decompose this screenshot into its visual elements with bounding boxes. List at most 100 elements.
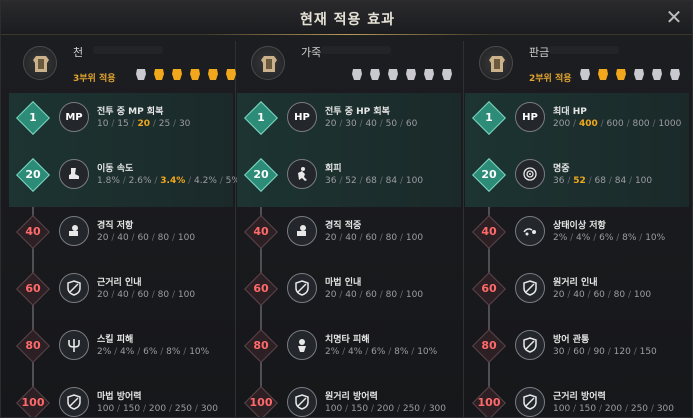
- equipment-slot-icon[interactable]: [403, 66, 419, 82]
- equipment-slot-icon[interactable]: [187, 66, 203, 82]
- equipment-slot-icon[interactable]: [367, 66, 383, 82]
- effect-value: 52: [345, 176, 357, 186]
- equipment-slot-icon[interactable]: [385, 66, 401, 82]
- equipment-slot-icon[interactable]: [667, 66, 683, 82]
- effect-value: 200: [148, 404, 167, 414]
- effect-value: 300: [656, 404, 674, 414]
- level-label: 20: [481, 168, 497, 181]
- effect-value: 800: [632, 119, 650, 129]
- effect-values: 100 / 150 / 200 / 250 / 300: [553, 404, 674, 414]
- effect-value: 600: [606, 119, 624, 129]
- set-header: 판금 2부위 적용: [465, 35, 689, 93]
- effect-value: 400: [578, 119, 598, 129]
- effect-value: 20: [97, 233, 109, 243]
- shield-icon: [515, 330, 545, 360]
- effect-value: 20: [553, 290, 565, 300]
- level-label: 1: [485, 111, 493, 124]
- effect-values: 20 / 30 / 40 / 50 / 60: [325, 119, 418, 129]
- effect-value: 84: [614, 176, 627, 186]
- effect-values: 20 / 40 / 60 / 80 / 100: [97, 290, 196, 300]
- effect-value: 30: [178, 119, 191, 129]
- effect-value: 36: [553, 176, 565, 186]
- effect-value: 3.4%: [160, 176, 186, 186]
- equipment-slots: [577, 66, 683, 84]
- effect-value: 84: [385, 176, 398, 186]
- level-label: 100: [21, 396, 45, 409]
- effect-value: 60: [365, 290, 377, 300]
- equipment-slot-icon[interactable]: [631, 66, 647, 82]
- set-name-placeholder: [321, 46, 391, 54]
- equipment-slot-icon[interactable]: [421, 66, 437, 82]
- effect-values: 30 / 60 / 90 / 120 / 150: [553, 347, 657, 357]
- equipment-slot-icon[interactable]: [439, 66, 455, 82]
- equipment-slot-icon[interactable]: [613, 66, 629, 82]
- fist-icon: [287, 216, 317, 246]
- hp-icon: HP: [287, 102, 317, 132]
- equipment-slot-icon[interactable]: [649, 66, 665, 82]
- effect-values: 100 / 150 / 200 / 250 / 300: [97, 404, 218, 414]
- armor-emblem-icon: [23, 46, 57, 80]
- equipment-slot-icon[interactable]: [205, 66, 221, 82]
- effect-name: 치명타 피해: [325, 335, 370, 345]
- target-icon: [515, 159, 545, 189]
- effect-name: 스킬 피해: [97, 335, 134, 345]
- effect-value: 100: [633, 290, 652, 300]
- effect-row: 1 MP 전투 중 MP 회복 10 / 15 / 20 / 25 / 30: [9, 93, 233, 150]
- set-name-placeholder: [549, 46, 619, 54]
- effect-value: 4%: [576, 233, 591, 243]
- shield-icon: [515, 387, 545, 417]
- equipment-slot-icon[interactable]: [133, 66, 149, 82]
- effect-value: 2%: [553, 233, 568, 243]
- effect-name: 근거리 인내: [97, 278, 142, 288]
- effect-value: 8%: [166, 347, 181, 357]
- effect-value: 60: [573, 347, 585, 357]
- effect-value: 20: [137, 119, 150, 129]
- effect-value: 250: [630, 404, 649, 414]
- effect-row: 100 원거리 방어력 100 / 150 / 200 / 250 / 300: [237, 378, 461, 417]
- effect-values: 100 / 150 / 200 / 250 / 300: [325, 404, 446, 414]
- level-label: 20: [253, 168, 269, 181]
- effect-value: 60: [137, 233, 149, 243]
- equipment-slot-icon[interactable]: [349, 66, 365, 82]
- effect-value: 300: [428, 404, 446, 414]
- effect-row: 20 명중 36 / 52 / 68 / 84 / 100: [465, 150, 689, 207]
- effect-name: 경직 적중: [325, 221, 362, 231]
- effect-value: 100: [634, 176, 653, 186]
- effect-value: 6%: [599, 233, 614, 243]
- effect-row: 40 상태이상 저항 2% / 4% / 6% / 8% / 10%: [465, 207, 689, 264]
- effect-values: 20 / 40 / 60 / 80 / 100: [325, 290, 424, 300]
- effect-row: 1 HP 전투 중 HP 회복 20 / 30 / 40 / 50 / 60: [237, 93, 461, 150]
- set-header: 천 3부위 적용: [9, 35, 236, 93]
- equipment-slot-icon[interactable]: [169, 66, 185, 82]
- effect-name: 전투 중 HP 회복: [325, 107, 390, 117]
- effect-values: 36 / 52 / 68 / 84 / 100: [553, 176, 653, 186]
- equipment-slot-icon[interactable]: [595, 66, 611, 82]
- effect-row: 1 HP 최대 HP 200 / 400 / 600 / 800 / 1000: [465, 93, 689, 150]
- stat-icon-text: MP: [65, 111, 83, 123]
- level-label: 80: [25, 339, 41, 352]
- fist-icon: [59, 216, 89, 246]
- effect-values: 2% / 4% / 6% / 8% / 10%: [97, 347, 210, 357]
- effect-name: 원거리 방어력: [325, 392, 378, 402]
- effect-value: 10: [97, 119, 109, 129]
- equipment-slot-icon[interactable]: [577, 66, 593, 82]
- equipment-slot-icon[interactable]: [151, 66, 167, 82]
- level-label: 20: [25, 168, 41, 181]
- shield-icon: [515, 273, 545, 303]
- column-divider: [463, 41, 464, 417]
- shield-icon: [287, 387, 317, 417]
- effect-value: 30: [345, 119, 357, 129]
- effect-values: 200 / 400 / 600 / 800 / 1000: [553, 119, 682, 129]
- level-label: 1: [257, 111, 265, 124]
- effect-row: 40 경직 적중 20 / 40 / 60 / 80 / 100: [237, 207, 461, 264]
- effect-value: 15: [117, 119, 129, 129]
- effect-value: 1000: [658, 119, 682, 129]
- effect-values: 20 / 40 / 60 / 80 / 100: [553, 290, 652, 300]
- effect-value: 80: [385, 233, 398, 243]
- effect-value: 100: [325, 404, 343, 414]
- effect-value: 25: [158, 119, 171, 129]
- close-icon[interactable]: ✕: [664, 7, 684, 27]
- effect-value: 10%: [645, 233, 666, 243]
- effect-value: 100: [553, 404, 571, 414]
- effect-name: 명중: [553, 164, 570, 174]
